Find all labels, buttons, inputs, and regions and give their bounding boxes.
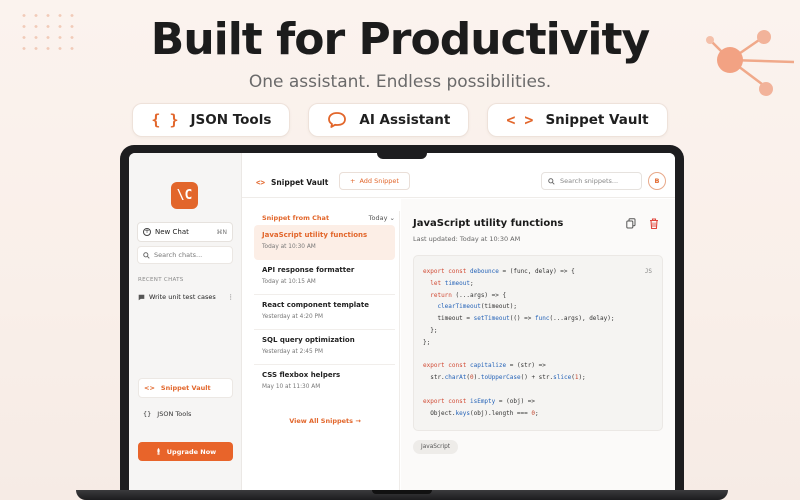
chevron-down-icon: ⌄ xyxy=(389,214,395,222)
search-icon xyxy=(548,177,555,185)
app-window: \C + New Chat ⌘N Search chats... RECENT … xyxy=(129,153,675,492)
sidebar-item-label: JSON Tools xyxy=(157,410,192,418)
plus-icon: + xyxy=(143,228,151,236)
braces-icon: { } xyxy=(151,111,179,129)
recent-chats-heading: RECENT CHATS xyxy=(138,277,184,283)
add-snippet-button[interactable]: + Add Snippet xyxy=(339,172,410,190)
upgrade-label: Upgrade Now xyxy=(166,447,217,456)
hero-subtitle: One assistant. Endless possibilities. xyxy=(248,72,552,92)
trash-icon[interactable] xyxy=(649,218,659,229)
rocket-icon xyxy=(157,448,160,455)
pill-label: Snippet Vault xyxy=(545,112,649,128)
snippet-name: React component template xyxy=(262,301,369,309)
avatar[interactable]: B xyxy=(648,172,666,190)
snippet-date: Yesterday at 4:20 PM xyxy=(262,314,324,320)
sidebar: \C + New Chat ⌘N Search chats... RECENT … xyxy=(129,153,242,492)
code-block[interactable]: JS export const debounce = (func, delay) … xyxy=(413,255,663,431)
snippet-name: SQL query optimization xyxy=(262,336,355,344)
snippet-date: Yesterday at 2:45 PM xyxy=(262,349,324,355)
snippet-name: API response formatter xyxy=(262,266,355,274)
pill-label: AI Assistant xyxy=(359,112,451,128)
app-logo: \C xyxy=(171,182,198,209)
view-all-label: View All Snippets xyxy=(289,417,354,425)
list-item[interactable]: API response formatter Today at 10:15 AM xyxy=(254,260,395,295)
sidebar-item-snippet-vault[interactable]: <> Snippet Vault xyxy=(138,378,233,398)
snippet-date: Today at 10:30 AM xyxy=(262,244,316,250)
list-header: Snippet from Chat Today ⌄ xyxy=(251,211,399,225)
language-tag[interactable]: JavaScript xyxy=(413,440,459,454)
list-item[interactable]: CSS flexbox helpers May 10 at 11:30 AM xyxy=(254,365,395,400)
feature-pills: { } JSON Tools AI Assistant < > Snippet … xyxy=(0,103,800,137)
language-label: JS xyxy=(644,268,652,275)
recent-chat-label: Write unit test cases xyxy=(149,293,216,301)
chat-bubble-icon xyxy=(328,112,347,128)
snippet-date: May 10 at 11:30 AM xyxy=(262,384,321,390)
pill-snippet-vault: < > Snippet Vault xyxy=(487,103,668,137)
snippet-name: CSS flexbox helpers xyxy=(262,371,341,379)
new-chat-label: New Chat xyxy=(155,228,189,236)
date-filter-value: Today xyxy=(368,214,388,222)
list-item[interactable]: React component template Yesterday at 4:… xyxy=(254,295,395,330)
snippet-date: Today at 10:15 AM xyxy=(262,279,316,285)
arrow-right-icon: → xyxy=(355,417,361,425)
list-item[interactable]: JavaScript utility functions Today at 10… xyxy=(254,225,395,260)
search-chats-input[interactable]: Search chats... xyxy=(137,246,233,264)
plus-icon: + xyxy=(350,177,356,185)
top-bar: <> Snippet Vault + Add Snippet Search sn… xyxy=(242,153,675,198)
recent-chat-item[interactable]: Write unit test cases ⋮ xyxy=(138,293,234,301)
braces-icon: {} xyxy=(143,410,152,418)
upgrade-button[interactable]: Upgrade Now xyxy=(138,442,233,461)
chat-icon xyxy=(138,294,145,300)
camera-notch xyxy=(377,145,427,159)
page-title-text: Snippet Vault xyxy=(271,178,329,187)
last-updated: Last updated: Today at 10:30 AM xyxy=(413,235,521,243)
page-title: <> Snippet Vault xyxy=(256,178,328,187)
snippet-detail: JavaScript utility functions Last update… xyxy=(401,199,675,492)
list-heading: Snippet from Chat xyxy=(262,214,330,222)
search-icon xyxy=(143,251,150,259)
pill-json-tools: { } JSON Tools xyxy=(132,103,291,137)
snippet-list: Snippet from Chat Today ⌄ JavaScript uti… xyxy=(251,211,400,492)
code-icon: <> xyxy=(256,178,266,187)
date-filter-dropdown[interactable]: Today ⌄ xyxy=(369,214,395,222)
list-item[interactable]: SQL query optimization Yesterday at 2:45… xyxy=(254,330,395,365)
pill-ai-assistant: AI Assistant xyxy=(308,103,470,137)
sidebar-item-json-tools[interactable]: {} JSON Tools xyxy=(138,405,233,423)
add-snippet-label: Add Snippet xyxy=(359,177,399,185)
snippet-name: JavaScript utility functions xyxy=(262,231,368,239)
more-options-icon[interactable]: ⋮ xyxy=(228,293,235,301)
snippet-title: JavaScript utility functions xyxy=(413,218,564,229)
hero-title: Built for Productivity xyxy=(150,14,650,65)
laptop-frame: \C + New Chat ⌘N Search chats... RECENT … xyxy=(120,145,684,492)
copy-icon[interactable] xyxy=(626,218,636,229)
view-all-snippets-link[interactable]: View All Snippets → xyxy=(251,417,399,425)
sidebar-item-label: Snippet Vault xyxy=(160,384,211,392)
search-chats-placeholder: Search chats... xyxy=(154,251,203,259)
new-chat-button[interactable]: + New Chat ⌘N xyxy=(137,222,233,242)
pill-label: JSON Tools xyxy=(190,112,272,128)
code-icon: < > xyxy=(506,111,534,129)
main-panel: <> Snippet Vault + Add Snippet Search sn… xyxy=(242,153,675,492)
code-icon: <> xyxy=(144,384,155,392)
search-snippets-placeholder: Search snippets... xyxy=(560,177,619,185)
laptop-lip xyxy=(372,490,432,494)
shortcut-hint: ⌘N xyxy=(216,228,228,236)
search-snippets-input[interactable]: Search snippets... xyxy=(541,172,642,190)
